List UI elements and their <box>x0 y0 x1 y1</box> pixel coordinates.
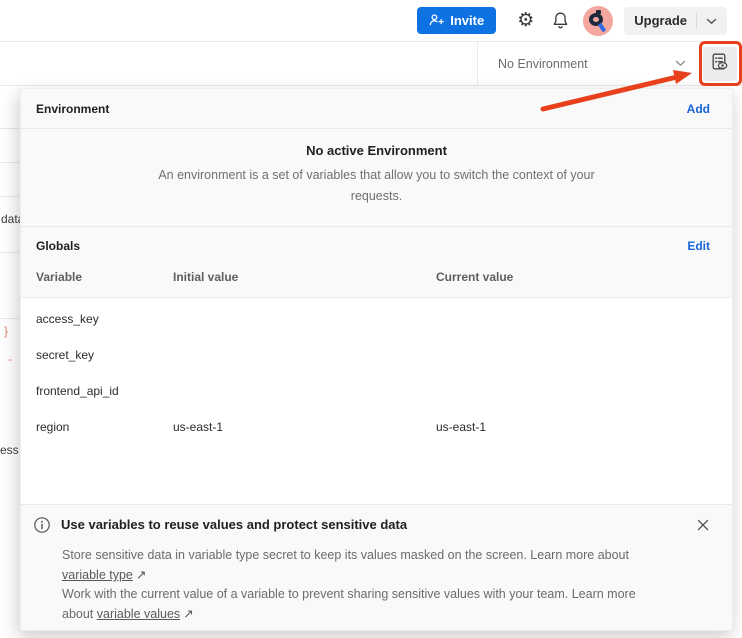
table-row[interactable]: access_key <box>21 301 732 337</box>
chevron-down-icon[interactable] <box>675 60 686 67</box>
avatar-nib-graphic <box>596 10 601 14</box>
background-code-fragment: } <box>4 324 8 338</box>
banner-body: Store sensitive data in variable type se… <box>62 546 712 624</box>
panel-title: Environment <box>36 102 109 116</box>
invite-button[interactable]: Invite <box>417 7 496 34</box>
environment-toolbar: No Environment <box>0 42 742 86</box>
table-row[interactable]: frontend_api_id <box>21 373 732 409</box>
banner-text-line: Store sensitive data in variable type se… <box>62 548 629 562</box>
background-divider <box>0 128 19 129</box>
empty-state-title: No active Environment <box>21 143 732 158</box>
top-bar: Invite ⚙ Upgrade <box>0 0 742 42</box>
banner-text-line: about <box>62 607 93 621</box>
background-divider <box>0 252 19 253</box>
external-link-arrow-icon: ↗ <box>183 606 193 621</box>
variables-info-banner: Use variables to reuse values and protec… <box>21 504 732 630</box>
background-code-fragment: - <box>8 352 12 366</box>
variable-name: frontend_api_id <box>36 384 119 398</box>
invite-button-label: Invite <box>450 13 484 28</box>
settings-gear-icon[interactable]: ⚙ <box>517 11 534 30</box>
empty-state-description: An environment is a set of variables tha… <box>157 165 597 207</box>
chevron-down-icon[interactable] <box>706 13 717 28</box>
no-active-environment-section: No active Environment An environment is … <box>21 129 732 226</box>
environment-quick-look-panel: Environment Add No active Environment An… <box>20 88 733 631</box>
globals-variable-table: access_key secret_key frontend_api_id re… <box>21 297 732 506</box>
banner-title: Use variables to reuse values and protec… <box>61 516 684 532</box>
globals-header: Globals Edit <box>21 226 732 264</box>
column-header-variable: Variable <box>36 270 82 284</box>
user-avatar[interactable] <box>583 6 613 36</box>
globals-column-headers: Variable Initial value Current value <box>21 264 732 297</box>
variable-current-value: us-east-1 <box>436 420 486 434</box>
upgrade-button-label: Upgrade <box>634 13 687 28</box>
banner-header: Use variables to reuse values and protec… <box>33 516 712 539</box>
variable-name: secret_key <box>36 348 94 362</box>
column-header-initial-value: Initial value <box>173 270 238 284</box>
variable-name: access_key <box>36 312 99 326</box>
environment-selector-area: No Environment <box>477 42 742 85</box>
variable-name: region <box>36 420 69 434</box>
environment-quick-look-button[interactable] <box>703 47 737 81</box>
upgrade-divider <box>696 13 697 29</box>
background-divider <box>0 162 19 163</box>
background-divider <box>0 318 19 319</box>
background-divider <box>0 196 19 197</box>
person-add-icon <box>429 13 444 29</box>
edit-globals-link[interactable]: Edit <box>687 239 710 253</box>
variable-type-link[interactable]: variable type <box>62 568 133 582</box>
close-icon[interactable] <box>694 516 712 537</box>
app-window: data } - ess Invite ⚙ Upgrade <box>0 0 742 638</box>
notifications-bell-icon[interactable] <box>551 11 570 31</box>
panel-header: Environment Add <box>21 89 732 129</box>
globals-title: Globals <box>36 239 80 253</box>
upgrade-button[interactable]: Upgrade <box>624 7 727 35</box>
column-header-current-value: Current value <box>436 270 513 284</box>
background-text-fragment: ess <box>0 443 19 457</box>
avatar-pen-graphic <box>598 22 606 32</box>
table-row[interactable]: secret_key <box>21 337 732 373</box>
external-link-arrow-icon: ↗ <box>136 567 146 582</box>
environment-selector[interactable]: No Environment <box>498 57 588 71</box>
variable-values-link[interactable]: variable values <box>97 607 180 621</box>
banner-text-line: Work with the current value of a variabl… <box>62 587 636 601</box>
variable-initial-value: us-east-1 <box>173 420 223 434</box>
table-row[interactable]: region us-east-1 us-east-1 <box>21 409 732 445</box>
info-circle-icon <box>33 516 51 539</box>
environment-quick-look-icon <box>710 52 730 75</box>
add-environment-link[interactable]: Add <box>687 102 710 116</box>
